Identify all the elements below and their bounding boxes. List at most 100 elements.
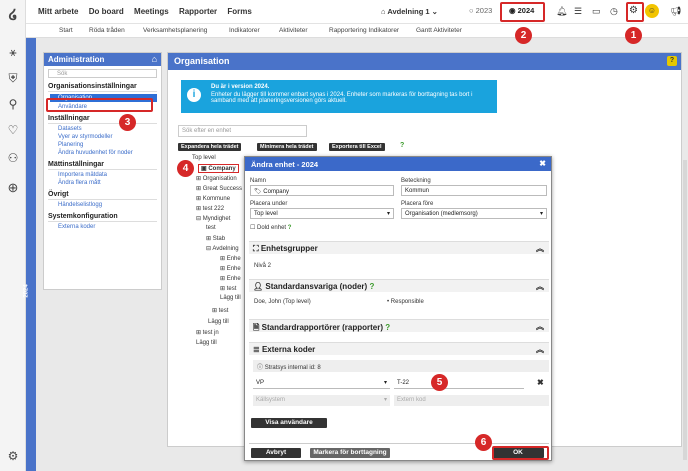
admin-link-datasets[interactable]: Datasets [58, 126, 161, 132]
section-unit-groups-title: Enhetsgrupper [260, 244, 318, 253]
help-green-icon[interactable]: ? [400, 142, 404, 149]
clock-icon[interactable]: ◷ [610, 6, 618, 17]
code-system-select[interactable]: VP ▾ [253, 378, 390, 389]
tree-add-link[interactable]: Lägg till [196, 340, 217, 346]
subnav-roda-traden[interactable]: Röda tråden [89, 27, 125, 34]
chevron-up-icon[interactable]: ︽ [536, 344, 544, 355]
remove-code-icon[interactable]: ✖ [537, 378, 544, 387]
external-code-input[interactable]: Extern kod [394, 395, 549, 406]
megaphone-icon[interactable]: 📢︎ [670, 6, 681, 17]
subnav-verksamhetsplanering[interactable]: Verksamhetsplanering [143, 27, 207, 34]
nav-do-board[interactable]: Do board [89, 7, 124, 16]
subnav-start[interactable]: Start [59, 27, 73, 34]
close-icon[interactable]: ✖ [539, 159, 546, 168]
add-icon[interactable]: ⊕ [5, 180, 21, 196]
admin-search-input[interactable]: Sök [48, 69, 157, 78]
hidden-unit-checkbox[interactable]: ☐ Dold enhet ? [250, 224, 291, 231]
step-marker-6: 6 [475, 434, 492, 451]
tree-item[interactable]: ⊞ Enhe [220, 275, 241, 282]
tree-item[interactable]: ⊟ Avdelning [206, 245, 239, 252]
subnav-aktiviteter[interactable]: Aktiviteter [279, 27, 308, 34]
nav-mitt-arbete[interactable]: Mitt arbete [38, 7, 78, 16]
tree-item[interactable]: Top level [192, 155, 216, 161]
help-icon[interactable]: ? [667, 56, 677, 66]
tree-item[interactable]: ⊞ test [212, 307, 228, 314]
unit-selector[interactable]: ⌂ Avdelning 1 ⌄ [381, 7, 438, 16]
subnav-indikatorer[interactable]: Indikatorer [229, 27, 260, 34]
tree-item[interactable]: ⊞ Stab [206, 235, 225, 242]
avatar[interactable]: ☺ [645, 4, 659, 18]
nav-rapporter[interactable]: Rapporter [179, 7, 217, 16]
place-before-select[interactable]: Organisation (medlemsorg) ▾ [401, 208, 547, 219]
admin-link-planering[interactable]: Planering [58, 142, 161, 148]
inbox-icon[interactable]: ▭ [592, 6, 601, 17]
place-under-select[interactable]: Top level ▾ [250, 208, 394, 219]
tree-item[interactable]: ⊟ Myndighet [196, 215, 230, 222]
tree-item[interactable]: ⊞ Enhe [220, 265, 241, 272]
show-users-button[interactable]: Visa användare [251, 418, 327, 428]
admin-link-handelselogg[interactable]: Händelselistlogg [58, 202, 161, 208]
help-green-icon[interactable]: ? [369, 282, 374, 291]
tree-item-company[interactable]: ▣ Company [198, 164, 239, 173]
network-icon[interactable]: ⚹ [5, 44, 21, 60]
org-search-input[interactable]: Sök efter en enhet [178, 125, 307, 137]
group-title-syskonf: Systemkonfiguration [48, 213, 157, 222]
section-default-responsible[interactable]: 👤︎ Standardansvariga (noder) ? ︽ [249, 279, 549, 292]
place-before-value: Organisation (medlemsorg) [405, 211, 478, 217]
info-title: Du är i version 2024. [211, 84, 270, 90]
settings-icon[interactable]: ⚙ [5, 448, 21, 464]
section-unit-groups[interactable]: ⛶ Enhetsgrupper ︽ [249, 241, 549, 254]
people-icon[interactable]: ⚇ [5, 150, 21, 166]
export-excel-button[interactable]: Exportera till Excel [329, 143, 385, 151]
cancel-button[interactable]: Avbryt [251, 448, 301, 458]
tree-item[interactable]: ⊞ Great Success [196, 185, 242, 192]
tree-item[interactable]: test [206, 225, 216, 231]
scrollbar[interactable] [683, 160, 687, 460]
heart-icon[interactable]: ♡ [5, 122, 21, 138]
tree-add-link[interactable]: Lägg till [208, 319, 229, 325]
expand-tree-button[interactable]: Expandera hela trädet [178, 143, 242, 151]
section-default-reporters[interactable]: 🗎︎ Standardrapportörer (rapporter) ? ︽ [249, 319, 549, 332]
minimize-tree-button[interactable]: Minimera hela trädet [257, 143, 317, 151]
tree-item[interactable]: ⊞ Enhe [220, 255, 241, 262]
chevron-up-icon[interactable]: ︽ [536, 243, 544, 254]
tree-item[interactable]: ⊞ test jn [196, 329, 219, 336]
help-green-icon[interactable]: ? [385, 323, 390, 332]
tree-item[interactable]: ⊞ test [220, 285, 236, 292]
admin-panel: Administration ⌂ Sök Organisationsinstäl… [43, 52, 162, 290]
designation-field[interactable]: Kommun [401, 185, 547, 196]
help-green-icon[interactable]: ? [288, 225, 292, 231]
nav-forms[interactable]: Forms [227, 7, 251, 16]
admin-link-externa-koder[interactable]: Externa koder [58, 224, 161, 230]
admin-link-vyer[interactable]: Vyer av styrmodeller [58, 134, 161, 140]
search-icon[interactable]: ⚲ [5, 96, 21, 112]
name-label: Namn [250, 178, 267, 184]
year-2023-option[interactable]: ○ 2023 [469, 6, 492, 15]
internal-id-row: ⓘ Stratsys internal id: 8 [253, 360, 549, 372]
subnav-gantt-aktiviteter[interactable]: Gantt Aktiviteter [416, 27, 462, 34]
tree-add-link[interactable]: Lägg till [220, 295, 241, 301]
chevron-up-icon[interactable]: ︽ [536, 321, 544, 332]
admin-link-andra-matt[interactable]: Ändra flera mått [58, 180, 161, 186]
subnav-rapportering-indikatorer[interactable]: Rapportering Indikatorer [329, 27, 399, 34]
chevron-up-icon[interactable]: ︽ [536, 281, 544, 292]
bell-icon[interactable]: 🔔︎ [556, 6, 567, 17]
place-under-value: Top level [254, 211, 278, 217]
source-system-select[interactable]: Källsystem ▾ [253, 395, 390, 406]
mark-delete-button[interactable]: Markera för borttagning [310, 448, 390, 458]
tree-item[interactable]: ⊞ Organisation [196, 175, 237, 182]
place-under-label: Placera under [250, 201, 288, 207]
home-icon[interactable]: ⌂ [152, 54, 157, 64]
shield-gear-icon[interactable]: ⛨ [5, 70, 21, 86]
tree-item[interactable]: ⊞ Kommune [196, 195, 230, 202]
nav-meetings[interactable]: Meetings [134, 7, 169, 16]
code-value-field[interactable]: T-22 [394, 378, 524, 389]
tree-item[interactable]: ⊞ test 222 [196, 205, 224, 212]
top-nav: Mitt arbete Do board Meetings Rapporter … [26, 0, 688, 24]
admin-link-importera[interactable]: Importera mätdata [58, 172, 161, 178]
admin-link-huvudenhet[interactable]: Ändra huvudenhet för noder [58, 150, 161, 156]
name-field[interactable]: 🏷︎ Company [250, 185, 394, 196]
chevron-down-icon: ▾ [383, 397, 387, 403]
section-external-codes[interactable]: ≣ Externa koder ︽ [249, 342, 549, 355]
list-icon[interactable]: ☰ [574, 6, 582, 17]
